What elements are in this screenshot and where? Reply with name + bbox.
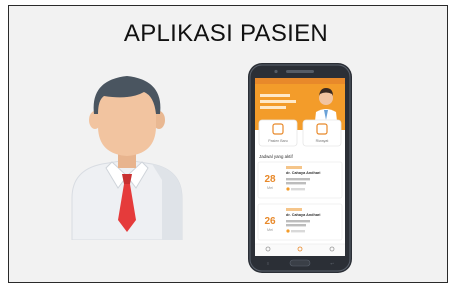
- slide: APLIKASI PASIEN Pasien Baru Riwayat Jadw…: [0, 0, 452, 287]
- app-card-2-name: dr. Cahaya Andhari: [286, 213, 320, 217]
- app-card-1-month: Mei: [267, 186, 273, 190]
- person-avatar-icon: [71, 76, 183, 240]
- slide-title: APLIKASI PASIEN: [123, 20, 329, 47]
- app-card-1-day: 28: [264, 174, 276, 185]
- app-card-2-day: 26: [264, 216, 276, 227]
- app-menu-history: Riwayat: [316, 139, 329, 143]
- app-card-1-name: dr. Cahaya Andhari: [286, 171, 320, 175]
- app-section-label: Jadwal yang aktif: [259, 154, 293, 159]
- app-menu-new-patient: Pasien Baru: [268, 139, 288, 143]
- smartphone-icon: Pasien Baru Riwayat Jadwal yang aktif 28…: [248, 63, 352, 273]
- app-card-2-month: Mei: [267, 228, 273, 232]
